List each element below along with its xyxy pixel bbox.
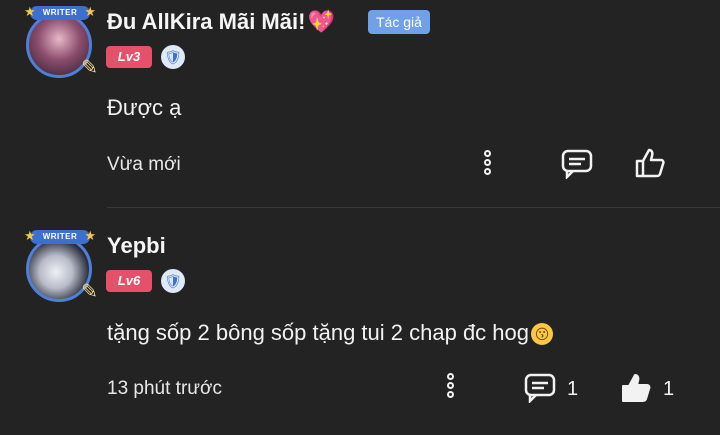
like-icon[interactable] bbox=[620, 372, 652, 404]
shield-icon: 🛡 bbox=[161, 269, 185, 293]
reply-icon[interactable] bbox=[561, 149, 593, 181]
star-icon: ★ bbox=[24, 228, 36, 243]
comment-text: Được ạ bbox=[107, 95, 182, 120]
avatar[interactable]: WRITER ★ ★ ✎ bbox=[22, 4, 98, 82]
timestamp: Vừa mới bbox=[107, 154, 181, 175]
more-icon[interactable] bbox=[484, 150, 494, 180]
hushed-face-emoji: 😗 bbox=[531, 323, 553, 346]
more-icon[interactable] bbox=[447, 373, 457, 403]
sparkling-heart-emoji: 💖 bbox=[307, 9, 335, 34]
writer-badge: WRITER bbox=[30, 6, 90, 20]
writer-badge: WRITER bbox=[30, 230, 90, 244]
star-icon: ★ bbox=[24, 4, 36, 19]
quill-icon: ✎ bbox=[81, 281, 98, 303]
username[interactable]: Yepbi bbox=[107, 233, 166, 259]
author-tag: Tác giả bbox=[368, 10, 430, 34]
comment-item: WRITER ★ ★ ✎ Đu AllKira Mãi Mãi!💖 Tác gi… bbox=[0, 0, 720, 207]
level-badge: Lv6 bbox=[106, 270, 152, 292]
avatar[interactable]: WRITER ★ ★ ✎ bbox=[22, 228, 98, 306]
comment-text: tặng sốp 2 bông sốp tặng tui 2 chap đc h… bbox=[107, 320, 553, 346]
reply-icon[interactable] bbox=[524, 373, 556, 405]
like-count: 1 bbox=[663, 378, 675, 400]
timestamp: 13 phút trước bbox=[107, 378, 222, 399]
like-icon[interactable] bbox=[634, 147, 666, 179]
quill-icon: ✎ bbox=[81, 57, 98, 79]
level-badge: Lv3 bbox=[106, 46, 152, 68]
username[interactable]: Đu AllKira Mãi Mãi!💖 bbox=[107, 9, 335, 35]
reply-count: 1 bbox=[567, 378, 579, 400]
star-icon: ★ bbox=[84, 4, 96, 19]
shield-icon: 🛡 bbox=[161, 45, 185, 69]
star-icon: ★ bbox=[84, 228, 96, 243]
comment-item: WRITER ★ ★ ✎ Yepbi Lv6 🛡 tặng sốp 2 bông… bbox=[0, 208, 720, 435]
